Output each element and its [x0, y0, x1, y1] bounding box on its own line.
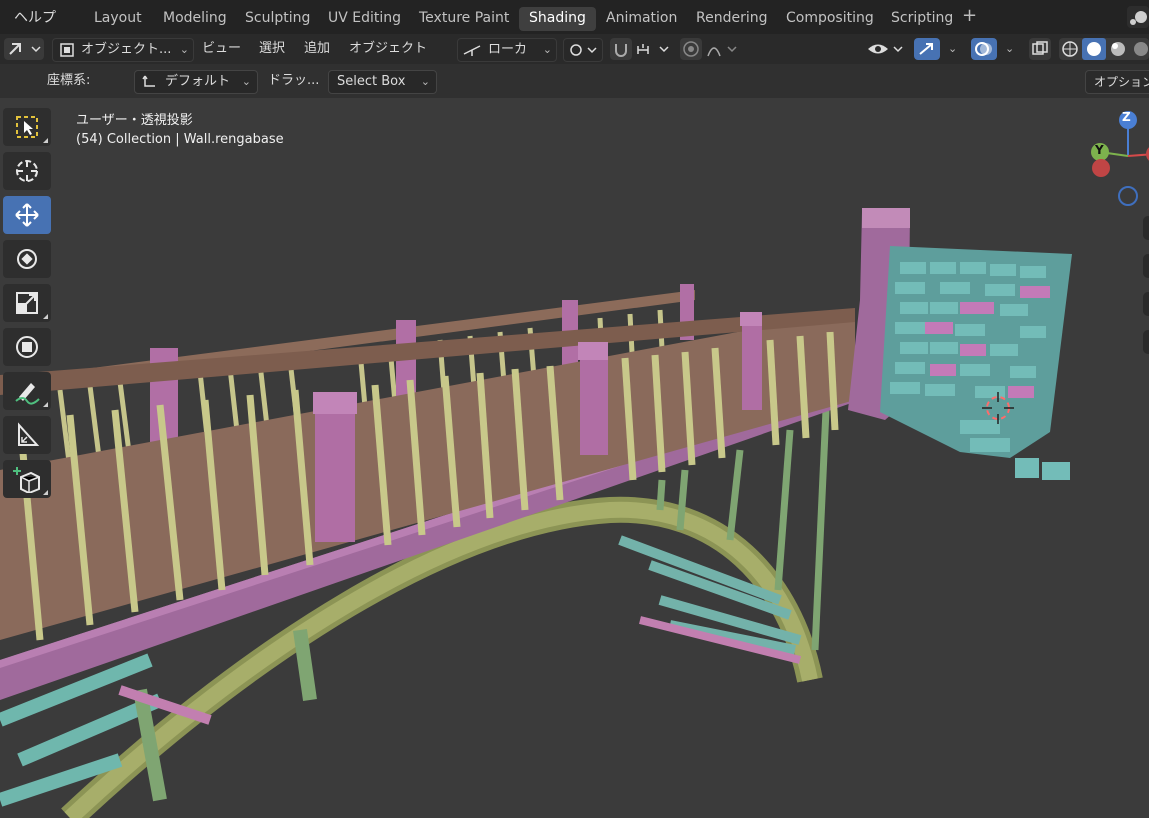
- top-menubar: ヘルプ Layout Modeling Sculpting UV Editing…: [0, 0, 1149, 34]
- xray-toggle[interactable]: [1029, 38, 1051, 60]
- mode-label: オブジェクト...: [81, 42, 172, 57]
- proportional-icon: [683, 41, 699, 57]
- chevron-down-icon: ⌄: [948, 42, 958, 55]
- tab-animation[interactable]: Animation: [596, 7, 687, 31]
- navigation-gizmo[interactable]: [1080, 106, 1149, 226]
- move-tool[interactable]: [3, 196, 51, 234]
- tab-compositing[interactable]: Compositing: [776, 7, 884, 31]
- viewport-header: オブジェクト... ⌄ ビュー 選択 追加 オブジェクト ローカ ⌄ ⌄ ⌄: [0, 34, 1149, 64]
- scale-tool[interactable]: [3, 284, 51, 322]
- 3d-viewport[interactable]: Z Y: [0, 98, 1149, 818]
- drag-select-value: Select Box: [337, 74, 406, 89]
- rotate-icon: [17, 249, 37, 269]
- gizmo-icon: [919, 43, 933, 55]
- transform-axis-icon: [142, 75, 155, 87]
- overlays-toggle[interactable]: [971, 38, 997, 60]
- annotate-tool[interactable]: [3, 372, 51, 410]
- measure-tool[interactable]: [3, 416, 51, 454]
- rendered-shading-icon: [1134, 42, 1148, 56]
- annotate-pencil-icon: [15, 383, 40, 405]
- left-toolbar: [3, 108, 55, 504]
- gizmo-z-label: Z: [1122, 110, 1131, 124]
- snap-increment-icon: [637, 44, 669, 54]
- tool-settings-header: 座標系: デフォルト ⌄ ドラッ... Select Box ⌄: [0, 64, 1149, 98]
- gizmo-y-label: Y: [1095, 143, 1104, 157]
- material-shading-icon: [1111, 42, 1125, 56]
- drag-select-dropdown[interactable]: Select Box ⌄: [328, 70, 437, 94]
- gizmo-toggle[interactable]: [914, 38, 940, 60]
- cursor-tool[interactable]: [3, 152, 51, 190]
- menu-select[interactable]: 選択: [259, 38, 285, 60]
- visibility-dropdown[interactable]: [866, 38, 906, 60]
- coord-system-value: デフォルト: [165, 74, 231, 89]
- xray-icon: [1032, 41, 1048, 55]
- transform-tool[interactable]: [3, 328, 51, 366]
- coord-system-dropdown[interactable]: デフォルト ⌄: [134, 70, 258, 94]
- coord-system-label: 座標系:: [47, 73, 91, 88]
- tab-modeling[interactable]: Modeling: [153, 7, 237, 31]
- tab-rendering[interactable]: Rendering: [686, 7, 778, 31]
- chevron-down-icon: ⌄: [241, 75, 251, 88]
- perspective-toggle-handle[interactable]: [1143, 330, 1149, 354]
- collection-info-label: (54) Collection | Wall.rengabase: [76, 132, 284, 147]
- orientation-label: ローカ: [488, 42, 528, 57]
- drag-label: ドラッ...: [268, 73, 320, 88]
- scene-icon[interactable]: [1127, 6, 1149, 28]
- help-menu[interactable]: ヘルプ: [14, 7, 56, 27]
- scale-icon: [16, 292, 38, 314]
- select-box-tool[interactable]: [3, 108, 51, 146]
- camera-view-handle[interactable]: [1143, 292, 1149, 316]
- move-icon: [15, 203, 39, 227]
- tab-shading[interactable]: Shading: [519, 7, 596, 31]
- editor-type-selector[interactable]: [4, 38, 44, 60]
- falloff-curve-icon: [707, 46, 737, 57]
- overlays-dropdown[interactable]: ⌄: [999, 38, 1019, 60]
- proportional-editing-toggle[interactable]: [680, 38, 702, 60]
- gizmo-dropdown[interactable]: ⌄: [942, 38, 962, 60]
- pivot-icon: [570, 44, 597, 56]
- transform-icon: [16, 336, 38, 358]
- tab-layout[interactable]: Layout: [84, 7, 152, 31]
- pivot-point-dropdown[interactable]: [563, 38, 603, 62]
- snap-toggle[interactable]: [610, 38, 632, 60]
- proportional-falloff-dropdown[interactable]: [704, 38, 740, 60]
- chevron-down-icon: ⌄: [542, 43, 552, 56]
- add-cube-tool[interactable]: [3, 460, 51, 498]
- zoom-handle[interactable]: [1143, 216, 1149, 240]
- rotate-tool[interactable]: [3, 240, 51, 278]
- shading-mode-group: [1059, 38, 1149, 60]
- eye-icon: [868, 44, 903, 54]
- snap-target-dropdown[interactable]: [634, 38, 674, 60]
- chevron-down-icon: ⌄: [1005, 42, 1015, 55]
- tab-texture-paint[interactable]: Texture Paint: [409, 7, 519, 31]
- brick-wall: [880, 246, 1072, 480]
- scene-render: [0, 208, 1072, 818]
- orientation-icon: [463, 45, 481, 56]
- add-cube-icon: [13, 467, 40, 493]
- plus-icon[interactable]: +: [962, 5, 977, 26]
- wireframe-shading-icon: [1062, 41, 1078, 57]
- pan-handle[interactable]: [1143, 254, 1149, 278]
- transform-orientation-dropdown[interactable]: ローカ ⌄: [457, 38, 557, 62]
- menu-view[interactable]: ビュー: [202, 38, 241, 60]
- chevron-down-icon: ⌄: [420, 75, 430, 88]
- measure-ruler-icon: [18, 422, 40, 446]
- mode-dropdown[interactable]: オブジェクト... ⌄: [52, 38, 194, 62]
- tab-sculpting[interactable]: Sculpting: [235, 7, 320, 31]
- cursor-icon: [16, 160, 38, 182]
- chevron-down-icon: ⌄: [179, 43, 189, 56]
- solid-shading-icon: [1087, 42, 1101, 56]
- tab-uv-editing[interactable]: UV Editing: [318, 7, 411, 31]
- options-button[interactable]: オプション: [1085, 70, 1149, 94]
- view-name-label: ユーザー・透視投影: [76, 113, 193, 128]
- select-box-icon: [16, 116, 38, 138]
- object-mode-icon: [60, 43, 74, 57]
- menu-object[interactable]: オブジェクト: [349, 38, 427, 60]
- overlays-icon: [975, 42, 992, 56]
- magnet-icon: [615, 44, 627, 57]
- menu-add[interactable]: 追加: [304, 38, 330, 60]
- tab-scripting[interactable]: Scripting: [881, 7, 963, 31]
